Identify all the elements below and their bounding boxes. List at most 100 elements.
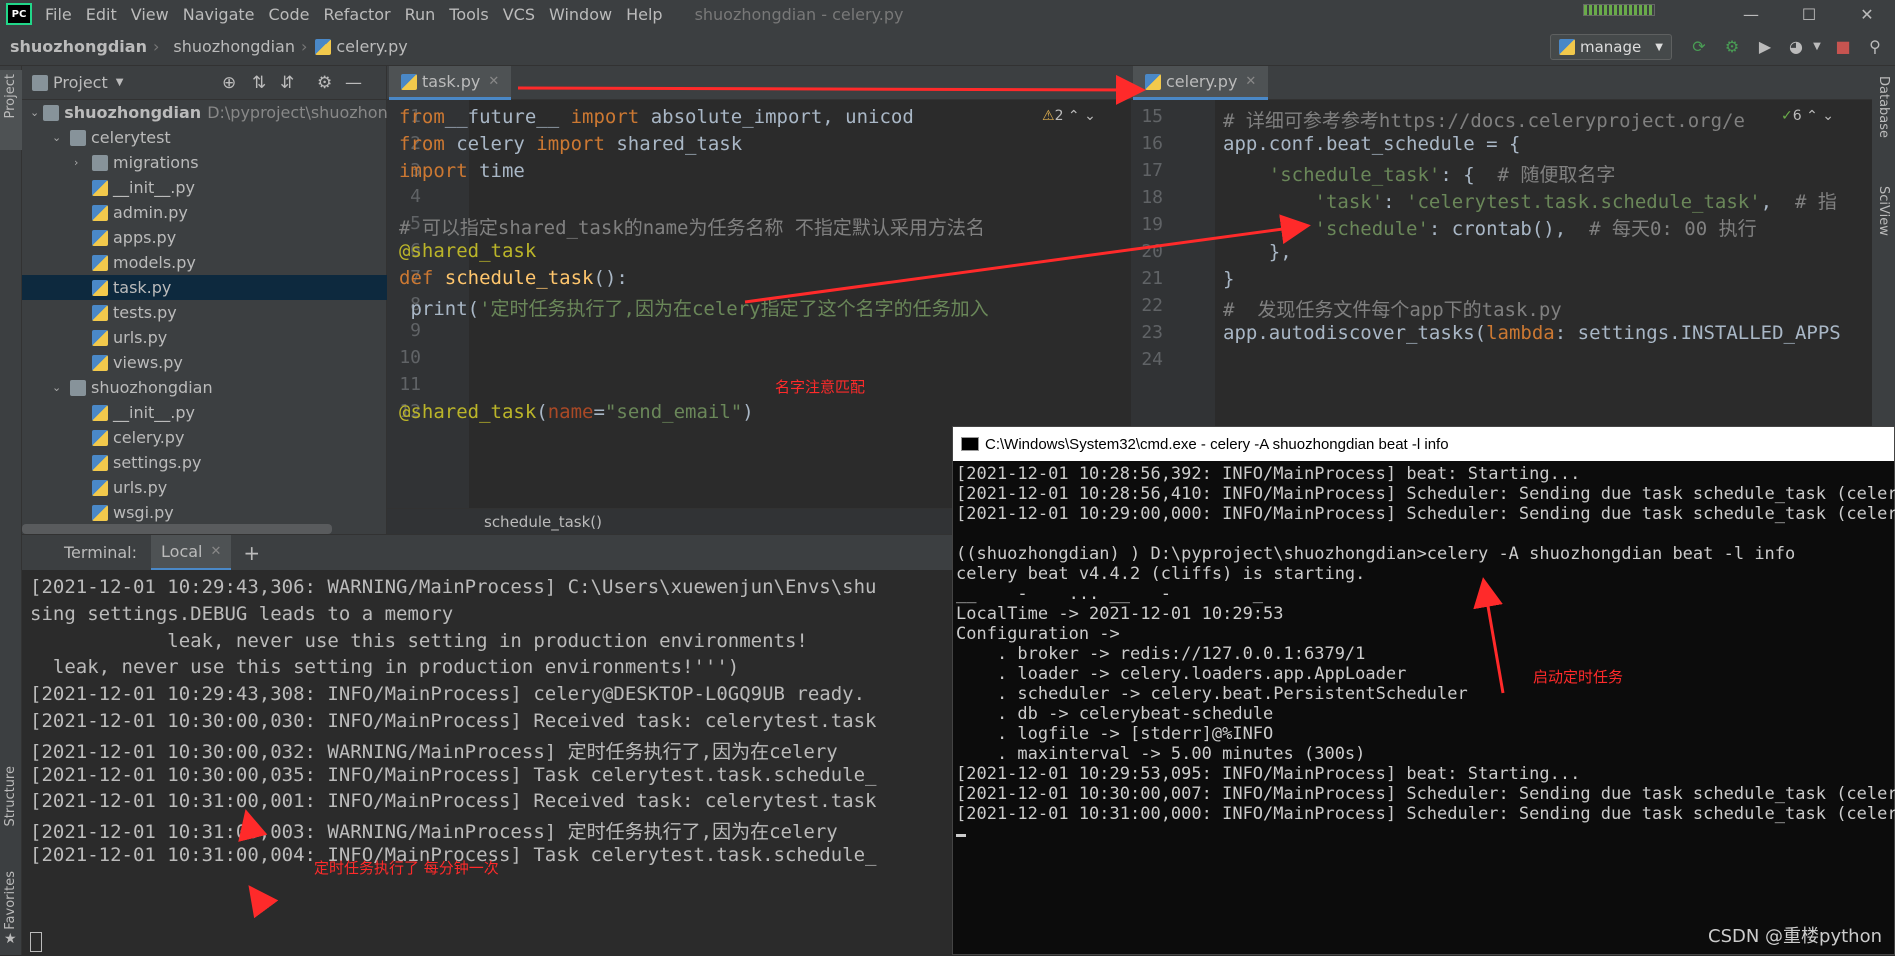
chevron-right-icon[interactable]: ›: [74, 156, 88, 169]
favorites-tool-tab[interactable]: Favorites: [3, 871, 18, 930]
tab-celery-py[interactable]: celery.py ✕: [1133, 66, 1269, 100]
tree-file[interactable]: apps.py: [22, 225, 387, 250]
code-token: import: [570, 106, 640, 128]
code-token: shared_task: [604, 132, 743, 155]
chevron-down-icon[interactable]: ▼: [1808, 38, 1826, 56]
database-tool-tab[interactable]: Database: [1876, 76, 1891, 138]
cmd-line: LocalTime -> 2021-12-01 10:29:53: [956, 604, 1284, 624]
python-file-icon: [92, 354, 108, 371]
menu-item-help[interactable]: Help: [619, 5, 669, 24]
breadcrumb-package[interactable]: shuozhongdian: [163, 37, 297, 56]
tab-task-py[interactable]: task.py ✕: [389, 66, 512, 100]
code-line: }: [1223, 268, 1234, 290]
tree-item-label: wsgi.py: [113, 503, 174, 522]
menu-item-vcs[interactable]: VCS: [496, 5, 542, 24]
code-token: '定时任务执行了,因为在celery指定了这个名字的任务加入: [479, 297, 989, 320]
tree-file[interactable]: celery.py: [22, 425, 387, 450]
hide-icon[interactable]: —: [345, 73, 362, 93]
project-panel-title[interactable]: Project: [53, 73, 108, 92]
tree-file[interactable]: __init__.py: [22, 175, 387, 200]
collapse-all-icon[interactable]: ⇵: [280, 73, 294, 93]
horizontal-scrollbar[interactable]: [22, 524, 332, 534]
cmd-line: . db -> celerybeat-schedule: [956, 704, 1274, 724]
cmd-titlebar[interactable]: C:\Windows\System32\cmd.exe - celery -A …: [953, 427, 1894, 461]
terminal-output[interactable]: [2021-12-01 10:29:43,306: WARNING/MainPr…: [22, 570, 952, 955]
left-tool-strip: Project Structure Favorites ★: [0, 66, 22, 955]
close-tab-icon[interactable]: ✕: [210, 544, 221, 559]
code-line: import time: [399, 160, 525, 182]
debug-icon[interactable]: ⚙: [1723, 38, 1741, 56]
tree-file[interactable]: urls.py: [22, 475, 387, 500]
cmd-cursor: [956, 834, 966, 837]
menu-item-edit[interactable]: Edit: [79, 5, 124, 24]
tree-file[interactable]: tests.py: [22, 300, 387, 325]
stop-icon[interactable]: ■: [1834, 38, 1852, 56]
structure-tool-tab[interactable]: Structure: [3, 766, 18, 826]
tree-file[interactable]: urls.py: [22, 325, 387, 350]
rerun-icon[interactable]: ⟳: [1690, 38, 1708, 56]
add-terminal-icon[interactable]: +: [243, 541, 260, 565]
project-panel: Project ▼ ⊕ ⇅ ⇵ ⚙ — ⌄ shuozhongdian D:\pyp…: [22, 66, 387, 534]
tree-folder[interactable]: ⌄ shuozhongdian: [22, 375, 387, 400]
menu-item-code[interactable]: Code: [262, 5, 317, 24]
cmd-line: . broker -> redis://127.0.0.1:6379/1: [956, 644, 1366, 664]
tree-folder[interactable]: ⌄ celerytest: [22, 125, 387, 150]
tree-item-label: shuozhongdian: [91, 378, 213, 397]
chevron-down-icon[interactable]: ⌄: [30, 106, 39, 119]
breadcrumb-project[interactable]: shuozhongdian: [0, 37, 149, 56]
tree-folder[interactable]: › migrations: [22, 150, 387, 175]
tree-file[interactable]: __init__.py: [22, 400, 387, 425]
cmd-line: [2021-12-01 10:30:00,007: INFO/MainProce…: [956, 784, 1895, 804]
inspection-widget[interactable]: ⚠2 ⌃ ⌄: [1042, 108, 1096, 124]
menu-item-tools[interactable]: Tools: [442, 5, 495, 24]
chevron-down-icon[interactable]: ⌄: [52, 131, 66, 144]
tree-file[interactable]: wsgi.py: [22, 500, 387, 525]
search-icon[interactable]: ⚲: [1866, 38, 1884, 56]
minimize-icon[interactable]: —: [1725, 0, 1777, 28]
tree-item-path: D:\pyproject\shuozhongd: [207, 103, 387, 122]
tree-file[interactable]: task.py: [22, 275, 387, 300]
project-tool-tab[interactable]: Project: [3, 74, 18, 118]
chevron-down-icon[interactable]: ⌄: [52, 381, 66, 394]
menu-item-refactor[interactable]: Refactor: [316, 5, 397, 24]
menu-item-view[interactable]: View: [124, 5, 176, 24]
tree-file[interactable]: admin.py: [22, 200, 387, 225]
gear-icon[interactable]: ⚙: [317, 73, 332, 93]
locate-icon[interactable]: ⊕: [222, 73, 236, 93]
chevron-down-icon[interactable]: ▼: [116, 77, 124, 88]
memory-indicator[interactable]: [1583, 4, 1655, 16]
menu-item-run[interactable]: Run: [398, 5, 443, 24]
python-file-icon: [92, 404, 108, 421]
tree-file[interactable]: views.py: [22, 350, 387, 375]
tree-item-label: apps.py: [113, 228, 177, 247]
profile-icon[interactable]: ◕: [1787, 38, 1805, 56]
code-token: from: [399, 106, 445, 128]
tree-file[interactable]: settings.py: [22, 450, 387, 475]
close-icon[interactable]: ✕: [1841, 0, 1893, 28]
inspection-widget[interactable]: ✓6 ⌃ ⌄: [1781, 108, 1834, 124]
code-token: 'task': [1223, 191, 1384, 213]
terminal-label: Terminal:: [64, 543, 138, 562]
close-tab-icon[interactable]: ✕: [1245, 74, 1256, 89]
expand-all-icon[interactable]: ⇅: [252, 73, 266, 93]
code-token: absolute_import, unicod: [639, 106, 914, 128]
menu-item-file[interactable]: File: [38, 5, 79, 24]
run-config-select[interactable]: manage ▼: [1550, 34, 1672, 60]
menu-item-window[interactable]: Window: [542, 5, 619, 24]
tree-folder[interactable]: ⌄ shuozhongdian D:\pyproject\shuozhongd: [22, 100, 387, 125]
terminal-tab-local[interactable]: Local ✕: [151, 534, 232, 571]
python-file-icon: [92, 254, 108, 271]
code-token: : crontab(),: [1428, 218, 1590, 240]
coverage-icon[interactable]: ▶: [1756, 38, 1774, 56]
cmd-window[interactable]: C:\Windows\System32\cmd.exe - celery -A …: [952, 426, 1895, 955]
sciview-tool-tab[interactable]: SciView: [1876, 186, 1891, 236]
python-file-icon: [92, 204, 108, 221]
maximize-icon[interactable]: ☐: [1783, 0, 1835, 28]
close-tab-icon[interactable]: ✕: [488, 74, 499, 89]
menu-item-navigate[interactable]: Navigate: [176, 5, 262, 24]
tree-file[interactable]: models.py: [22, 250, 387, 275]
code-line: def schedule_task():: [399, 267, 628, 289]
folder-icon: [32, 74, 48, 91]
breadcrumb-file[interactable]: celery.py: [336, 37, 407, 56]
